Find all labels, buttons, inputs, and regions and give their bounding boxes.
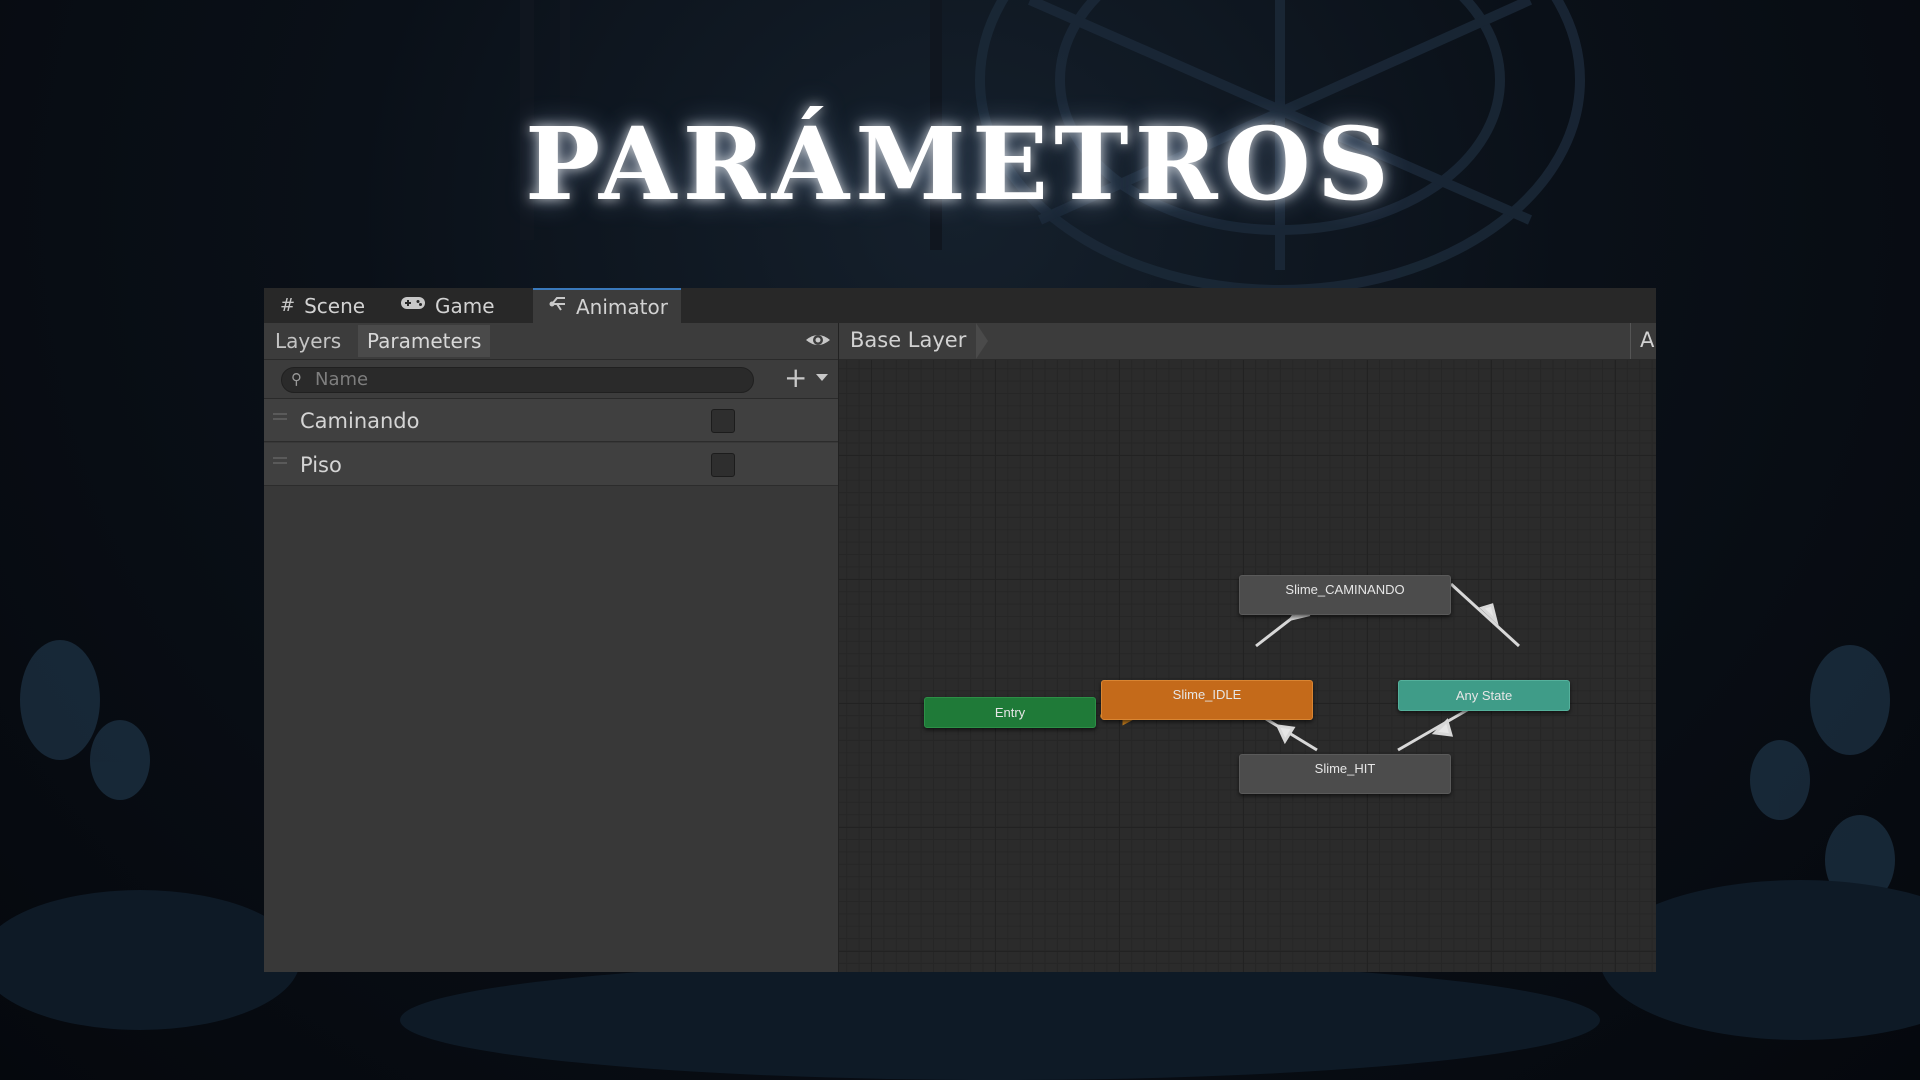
transition-edges	[1100, 582, 1521, 752]
subtab-layers[interactable]: Layers	[266, 325, 350, 357]
chevron-down-icon[interactable]	[816, 374, 828, 381]
search-icon: ⚲	[291, 370, 302, 388]
state-label: Slime_IDLE	[1172, 686, 1242, 702]
parameter-search-row: ⚲ Name +	[264, 360, 838, 399]
state-node-caminando[interactable]: Slime_CAMINANDO	[1239, 575, 1451, 615]
parameter-name: Piso	[300, 453, 342, 477]
auto-live-link-button[interactable]: Au	[1630, 323, 1656, 359]
tab-animator[interactable]: Animator	[533, 288, 681, 323]
drag-handle-icon[interactable]	[273, 413, 287, 415]
parameter-bool-checkbox[interactable]	[711, 453, 735, 477]
parameter-search-input[interactable]: ⚲ Name	[281, 367, 754, 393]
parameter-row[interactable]: Piso	[264, 443, 838, 486]
state-node-idle[interactable]: Slime_IDLE	[1101, 680, 1313, 720]
tab-animator-label: Animator	[576, 294, 668, 319]
parameter-name: Caminando	[300, 409, 420, 433]
subtab-parameters[interactable]: Parameters	[358, 325, 491, 357]
tab-game[interactable]: Game	[384, 288, 514, 323]
state-label: Slime_HIT	[1314, 760, 1376, 776]
tab-game-label: Game	[435, 293, 495, 318]
slide-title: PARÁMETROS	[525, 105, 1395, 223]
gamepad-icon	[400, 295, 426, 316]
unity-editor-window: # Scene Game Animator Layers Parameters	[264, 288, 1656, 972]
drag-handle-icon[interactable]	[273, 457, 287, 459]
transition-hit-to-any	[1397, 707, 1470, 752]
state-node-entry[interactable]: Entry	[924, 697, 1096, 728]
animator-icon	[549, 295, 567, 318]
parameter-row[interactable]: Caminando	[264, 399, 838, 442]
state-label: Any State	[1455, 688, 1513, 703]
auto-live-label: Au	[1640, 328, 1656, 352]
search-placeholder: Name	[315, 369, 369, 390]
state-node-hit[interactable]: Slime_HIT	[1239, 754, 1451, 794]
state-label: Entry	[994, 705, 1026, 720]
transition-arrow-icon	[1275, 724, 1296, 745]
animator-left-panel: Layers Parameters ⚲ Name + Caminando Pis…	[264, 323, 839, 972]
editor-tab-bar: # Scene Game Animator	[264, 288, 1656, 324]
parameter-bool-checkbox[interactable]	[711, 409, 735, 433]
tab-scene-label: Scene	[304, 293, 366, 318]
graph-breadcrumb-bar: Base Layer Au	[839, 323, 1656, 360]
animator-graph-canvas[interactable]: Slime_CAMINANDO Entry Slime_IDLE Any Sta…	[839, 323, 1656, 972]
transition-hit-to-idle	[1265, 717, 1318, 752]
eye-icon[interactable]	[804, 328, 832, 352]
state-label: Slime_CAMINANDO	[1285, 581, 1405, 597]
transition-any-to-caminando	[1449, 582, 1521, 648]
left-panel-subtabs: Layers Parameters	[264, 323, 838, 360]
add-parameter-button[interactable]: +	[784, 364, 807, 392]
grid-icon: #	[280, 295, 296, 316]
breadcrumb-base-layer[interactable]: Base Layer	[850, 328, 966, 352]
tab-scene[interactable]: # Scene	[264, 288, 384, 323]
state-node-any-state[interactable]: Any State	[1398, 680, 1570, 711]
breadcrumb-arrow-icon	[976, 323, 988, 359]
